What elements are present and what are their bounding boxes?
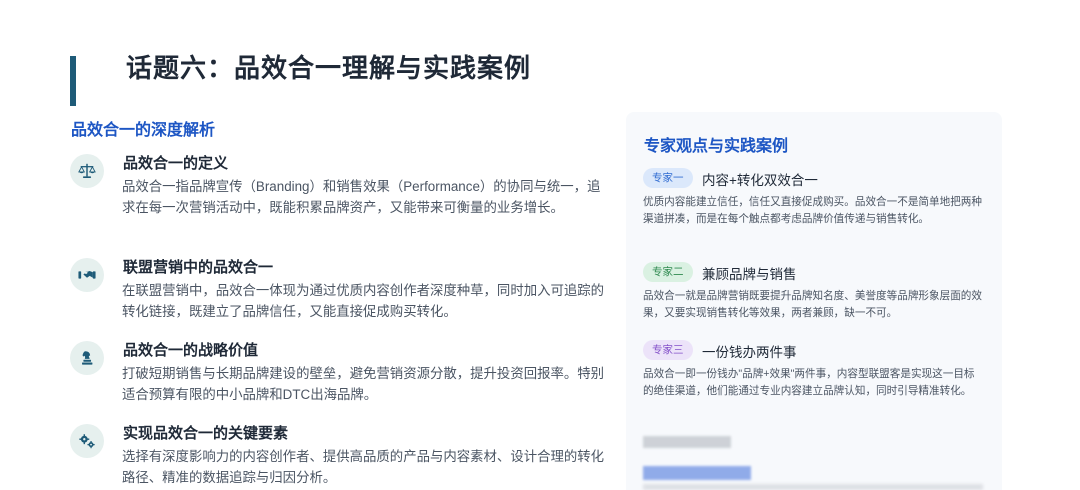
item-text: 在联盟营销中，品效合一体现为通过优质内容创作者深度种草，同时加入可追踪的转化链接… [122,283,605,319]
item-title: 联盟营销中的品效合一 [123,259,274,276]
item-text: 品效合一指品牌宣传（Branding）和销售效果（Performance）的协同… [122,179,601,215]
expert-panel: 专家观点与实践案例 专家一 内容+转化双效合一 优质内容能建立信任，信任又直接促… [626,112,1002,490]
item-title: 品效合一的定义 [123,155,229,172]
page-title: 话题六：品效合一理解与实践案例 [126,53,532,83]
expert-text: 优质内容能建立信任，信任又直接促成购买。品效合一不是简单地把两种渠道拼凑，而是在… [643,196,982,225]
blurred-text [643,436,731,448]
title-accent-bar [70,56,76,106]
expert-text: 品效合一即一份钱办"品牌+效果"两件事，内容型联盟客是实现这一目标的绝佳渠道，他… [643,368,975,397]
expert-title: 一份钱办两件事 [702,345,797,360]
item-text: 选择有深度影响力的内容创作者、提供高品质的产品与内容素材、设计合理的转化路径、精… [122,449,605,485]
left-section-heading: 品效合一的深度解析 [71,122,216,139]
item-title: 实现品效合一的关键要素 [123,425,289,442]
expert-text: 品效合一就是品牌营销既要提升品牌知名度、美誉度等品牌形象层面的效果，又要实现销售… [643,290,982,319]
item-title: 品效合一的战略价值 [123,342,259,359]
blurred-text [643,484,983,490]
blurred-link [643,466,751,480]
handshake-icon [70,258,104,292]
panel-heading: 专家观点与实践案例 [644,138,789,155]
chess-piece-icon [70,341,104,375]
expert-tag: 专家二 [643,262,693,282]
expert-tag: 专家一 [643,168,693,188]
gears-icon [70,424,104,458]
balance-scale-icon [70,154,104,188]
item-text: 打破短期销售与长期品牌建设的壁垒，避免营销资源分散，提升投资回报率。特别适合预算… [122,366,605,402]
expert-title: 内容+转化双效合一 [702,173,818,188]
expert-tag: 专家三 [643,340,693,360]
expert-title: 兼顾品牌与销售 [702,267,797,282]
